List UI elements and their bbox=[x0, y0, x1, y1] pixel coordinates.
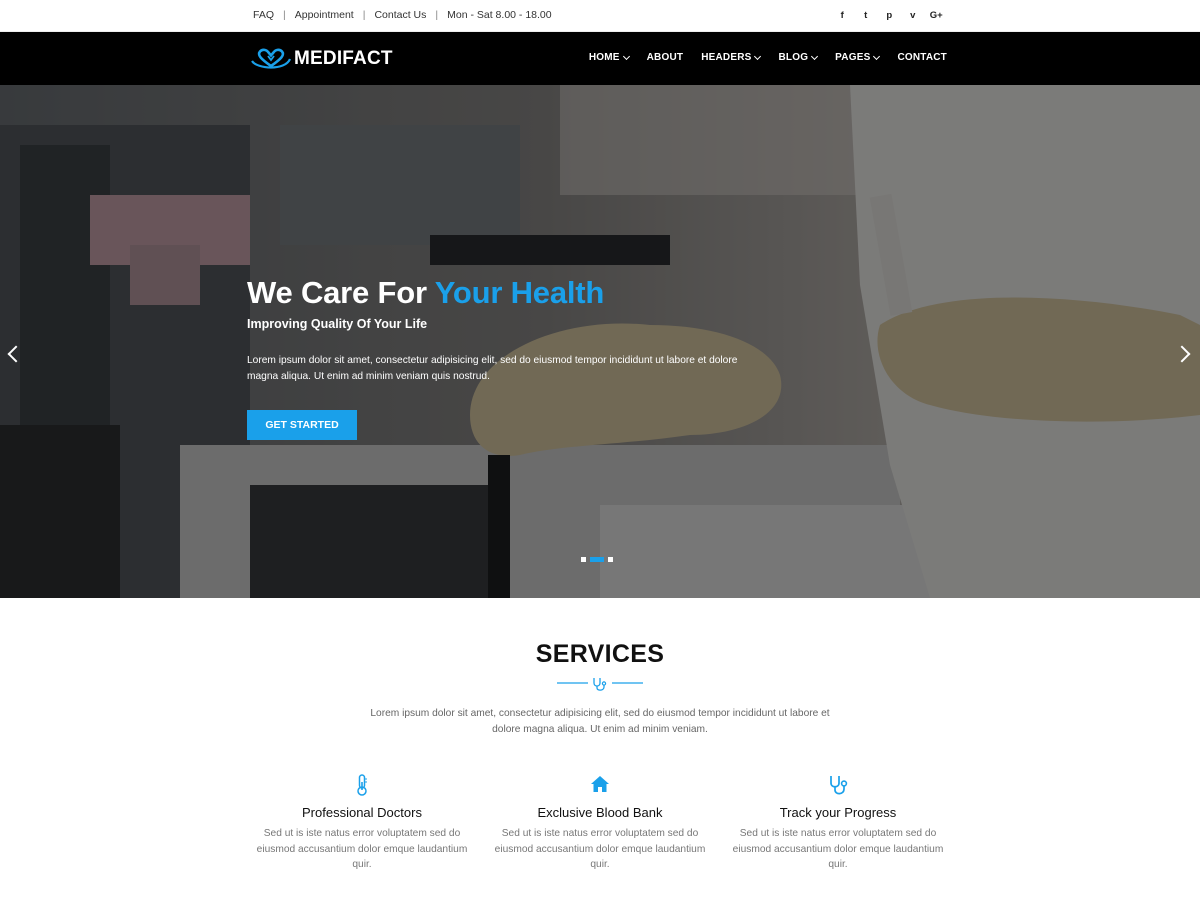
faq-link[interactable]: FAQ bbox=[253, 9, 274, 21]
nav-item-about[interactable]: ABOUT bbox=[647, 52, 684, 63]
service-card-text: Sed ut is iste natus error voluptatem se… bbox=[256, 828, 468, 870]
stethoscope-icon bbox=[830, 776, 848, 795]
logo[interactable]: MEDIFACT bbox=[251, 47, 393, 71]
social-links: f t p v G+ bbox=[831, 8, 949, 24]
separator: | bbox=[362, 9, 366, 21]
facebook-icon[interactable]: f bbox=[831, 8, 855, 24]
chevron-down-icon bbox=[811, 52, 819, 60]
nav-label: HEADERS bbox=[701, 52, 752, 63]
home-icon bbox=[591, 776, 609, 792]
slide-dot[interactable] bbox=[608, 557, 613, 562]
top-bar: FAQ | Appointment | Contact Us | Mon - S… bbox=[0, 0, 1200, 32]
pinterest-icon[interactable]: p bbox=[878, 8, 902, 24]
google-plus-icon[interactable]: G+ bbox=[925, 8, 949, 24]
nav-label: CONTACT bbox=[897, 52, 947, 63]
hero-overlay bbox=[0, 85, 1200, 598]
service-card-text: Sed ut is iste natus error voluptatem se… bbox=[494, 828, 706, 870]
slide-dot[interactable] bbox=[581, 557, 586, 562]
service-card-progress: Track your Progress Sed ut is iste natus… bbox=[728, 774, 948, 873]
services-title: SERVICES bbox=[535, 640, 665, 668]
separator: | bbox=[435, 9, 439, 21]
hero-subtitle: Improving Quality Of Your Life bbox=[247, 317, 428, 331]
service-card-title: Exclusive Blood Bank bbox=[537, 805, 663, 820]
nav-label: ABOUT bbox=[646, 52, 684, 63]
appointment-link[interactable]: Appointment bbox=[295, 9, 354, 21]
contact-us-link[interactable]: Contact Us bbox=[374, 9, 426, 21]
vimeo-icon[interactable]: v bbox=[901, 8, 925, 24]
nav-item-home[interactable]: HOME bbox=[588, 52, 630, 63]
main-menu: HOME ABOUT HEADERS BLOG PAGES CONTACT bbox=[571, 52, 947, 63]
hero-description: Lorem ipsum dolor sit amet, consectetur … bbox=[247, 355, 738, 382]
separator: | bbox=[283, 9, 286, 21]
services-description: Lorem ipsum dolor sit amet, consectetur … bbox=[370, 708, 830, 735]
main-navbar: MEDIFACT HOME ABOUT HEADERS BLOG PAGES C… bbox=[0, 32, 1200, 85]
chevron-down-icon bbox=[622, 52, 630, 60]
hero-title-main: We Care For bbox=[247, 275, 435, 310]
chevron-down-icon bbox=[754, 52, 762, 60]
service-card-blood-bank: Exclusive Blood Bank Sed ut is iste natu… bbox=[490, 774, 710, 873]
service-card-title: Professional Doctors bbox=[302, 805, 422, 820]
service-card-text: Sed ut is iste natus error voluptatem se… bbox=[732, 828, 944, 870]
slide-dot-active[interactable] bbox=[590, 557, 604, 562]
stethoscope-divider-icon bbox=[557, 678, 643, 691]
opening-hours: Mon - Sat 8.00 - 18.00 bbox=[447, 9, 552, 21]
service-card-title: Track your Progress bbox=[779, 805, 897, 820]
service-card-doctors: Professional Doctors Sed ut is iste natu… bbox=[252, 774, 472, 873]
nav-label: BLOG bbox=[778, 52, 809, 63]
nav-item-pages[interactable]: PAGES bbox=[835, 52, 881, 63]
hero-slider: We Care For Your Health Improving Qualit… bbox=[0, 85, 1200, 598]
nav-label: PAGES bbox=[835, 52, 871, 63]
thermometer-icon bbox=[357, 774, 367, 796]
chevron-down-icon bbox=[873, 52, 881, 60]
top-links: FAQ | Appointment | Contact Us | Mon - S… bbox=[253, 9, 552, 21]
logo-text: MEDIFACT bbox=[294, 48, 393, 69]
heart-logo-icon bbox=[251, 48, 291, 69]
hero-title: We Care For Your Health bbox=[247, 275, 604, 311]
nav-label: HOME bbox=[588, 52, 620, 63]
twitter-icon[interactable]: t bbox=[854, 8, 878, 24]
nav-item-blog[interactable]: BLOG bbox=[778, 52, 819, 63]
get-started-button[interactable]: GET STARTED bbox=[247, 410, 357, 440]
slider-dots bbox=[581, 557, 613, 562]
hero-title-accent: Your Health bbox=[434, 275, 605, 310]
nav-item-headers[interactable]: HEADERS bbox=[701, 52, 762, 63]
nav-item-contact[interactable]: CONTACT bbox=[897, 52, 947, 63]
